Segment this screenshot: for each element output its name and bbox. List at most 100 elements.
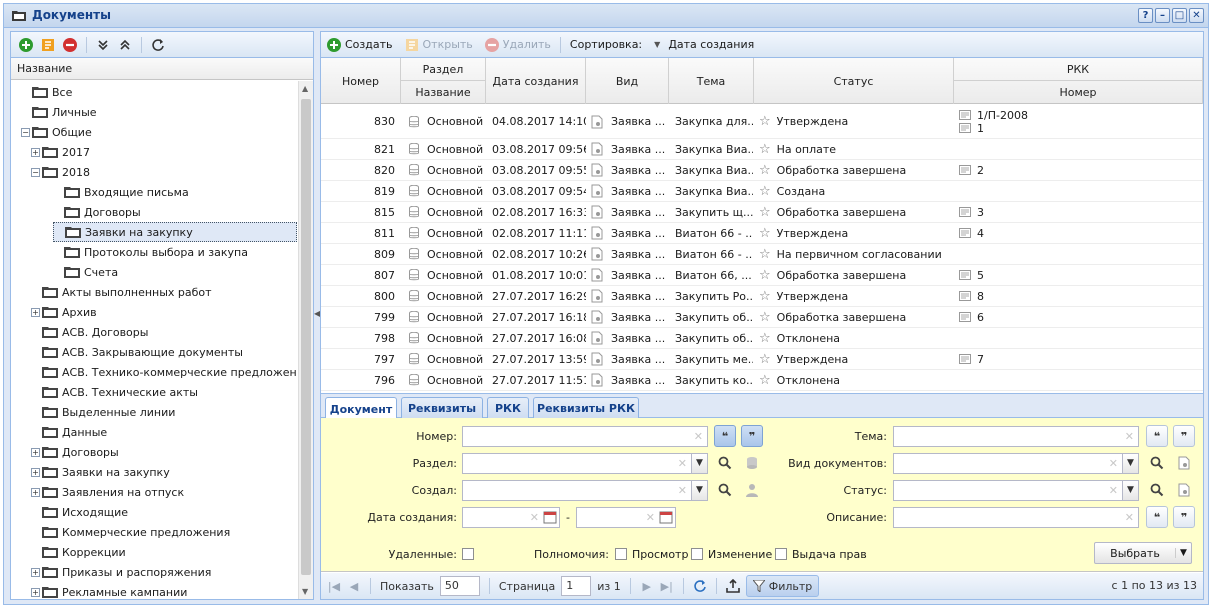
tree-node[interactable]: + Заявления на отпуск <box>31 482 184 502</box>
scroll-thumb[interactable] <box>301 99 311 575</box>
number-input[interactable]: ✕ <box>462 426 708 447</box>
refresh-icon[interactable] <box>149 36 167 54</box>
tree-node[interactable]: Коммерческие предложения <box>31 522 230 542</box>
search-icon[interactable] <box>714 479 736 501</box>
description-input[interactable]: ✕ <box>893 507 1139 528</box>
table-row[interactable]: 798 Основной 27.07.2017 16:08 Заявка ... Зак… <box>321 328 1203 349</box>
tree-node[interactable]: АСВ. Технико-коммерческие предложения <box>31 362 297 382</box>
prev-page-icon[interactable]: ◀ <box>347 580 361 593</box>
tree-node[interactable]: + Заявки на закупку <box>31 462 170 482</box>
tree-node[interactable]: + Договоры <box>31 442 119 462</box>
sort-dropdown[interactable]: ▼ Дата создания <box>654 38 754 51</box>
expand-icon[interactable]: + <box>31 307 40 317</box>
tree-node[interactable]: Данные <box>31 422 107 442</box>
page-size-input[interactable]: 50 <box>439 576 480 596</box>
calendar-icon[interactable] <box>543 510 557 524</box>
star-icon[interactable]: ☆ <box>759 163 771 178</box>
perm-view-checkbox[interactable] <box>615 548 627 560</box>
user-icon[interactable] <box>741 479 763 501</box>
tree-node[interactable]: АСВ. Технические акты <box>31 382 198 402</box>
expand-icon[interactable]: + <box>31 567 40 577</box>
tree-node[interactable]: АСВ. Закрывающие документы <box>31 342 243 362</box>
expand-icon[interactable]: + <box>31 487 40 497</box>
clear-icon[interactable]: ✕ <box>530 511 539 524</box>
table-row[interactable]: 800 Основной 27.07.2017 16:29 Заявка ... Зак… <box>321 286 1203 307</box>
tree-node[interactable]: Договоры <box>53 202 141 222</box>
quote-close-button[interactable]: ❞ <box>1173 506 1195 528</box>
search-icon[interactable] <box>714 452 736 474</box>
document-settings-icon[interactable] <box>1173 452 1195 474</box>
header-section-name[interactable]: Название <box>401 81 486 104</box>
date-from-input[interactable]: ✕ <box>462 507 560 528</box>
scroll-down-icon[interactable]: ▼ <box>302 587 308 596</box>
tree-node[interactable]: +2017 <box>31 142 90 162</box>
deleted-checkbox[interactable] <box>462 548 474 560</box>
collapse-icon[interactable]: − <box>31 167 40 177</box>
expand-icon[interactable]: + <box>31 147 40 157</box>
document-settings-icon[interactable] <box>1173 479 1195 501</box>
clear-icon[interactable]: ✕ <box>678 457 687 470</box>
section-dropdown[interactable]: ▼ <box>691 453 708 474</box>
delete-folder-icon[interactable] <box>61 36 79 54</box>
create-button[interactable]: Создать <box>327 37 393 52</box>
table-row[interactable]: 815 Основной 02.08.2017 16:33 Заявка ... Зак… <box>321 202 1203 223</box>
tree-node[interactable]: + Архив <box>31 302 97 322</box>
table-row[interactable]: 821 Основной 03.08.2017 09:56 Заявка ... Зак… <box>321 139 1203 160</box>
tree-scrollbar[interactable]: ▲ ▼ <box>298 81 313 599</box>
tree-node[interactable]: Выделенные линии <box>31 402 175 422</box>
star-icon[interactable]: ☆ <box>759 226 771 241</box>
table-row[interactable]: 796 Основной 27.07.2017 11:51 Заявка ... Зак… <box>321 370 1203 391</box>
star-icon[interactable]: ☆ <box>759 205 771 220</box>
date-to-input[interactable]: ✕ <box>576 507 676 528</box>
database-icon[interactable] <box>741 452 763 474</box>
tree-node[interactable]: АСВ. Договоры <box>31 322 148 342</box>
tab-rkk[interactable]: РКК <box>487 397 529 419</box>
quote-close-button[interactable]: ❞ <box>1173 425 1195 447</box>
doc-kind-input[interactable]: ✕ <box>893 453 1123 474</box>
expand-all-icon[interactable] <box>94 36 112 54</box>
clear-icon[interactable]: ✕ <box>1109 484 1118 497</box>
search-icon[interactable] <box>1146 452 1168 474</box>
header-rkk-number[interactable]: Номер <box>954 81 1203 104</box>
star-icon[interactable]: ☆ <box>759 268 771 283</box>
table-row[interactable]: 830 Основной 04.08.2017 14:10 Заявка ... Зак… <box>321 105 1203 139</box>
star-icon[interactable]: ☆ <box>759 373 771 388</box>
tab-rkk-requisites[interactable]: Реквизиты РКК <box>533 397 639 419</box>
tree-node[interactable]: Все <box>21 82 72 102</box>
maximize-button[interactable]: □ <box>1172 8 1187 23</box>
table-row[interactable]: 819 Основной 03.08.2017 09:54 Заявка ... Зак… <box>321 181 1203 202</box>
filter-button[interactable]: Фильтр <box>745 575 820 597</box>
clear-icon[interactable]: ✕ <box>1109 457 1118 470</box>
header-status[interactable]: Статус <box>754 58 954 104</box>
tab-document[interactable]: Документ <box>325 397 397 420</box>
quote-close-button[interactable]: ❞ <box>741 425 763 447</box>
table-row[interactable]: 809 Основной 02.08.2017 10:26 Заявка ... Виа… <box>321 244 1203 265</box>
tree-node[interactable]: Личные <box>21 102 97 122</box>
star-icon[interactable]: ☆ <box>759 142 771 157</box>
collapse-all-icon[interactable] <box>116 36 134 54</box>
header-number[interactable]: Номер <box>321 58 401 104</box>
table-row[interactable]: 797 Основной 27.07.2017 13:59 Заявка ... Зак… <box>321 349 1203 370</box>
clear-icon[interactable]: ✕ <box>1125 511 1134 524</box>
tree-node[interactable]: Счета <box>53 262 118 282</box>
star-icon[interactable]: ☆ <box>759 247 771 262</box>
table-row[interactable]: 807 Основной 01.08.2017 10:01 Заявка ... Виа… <box>321 265 1203 286</box>
created-by-input[interactable]: ✕ <box>462 480 692 501</box>
refresh-icon[interactable] <box>693 579 707 593</box>
collapse-icon[interactable]: − <box>21 127 30 137</box>
subject-input[interactable]: ✕ <box>893 426 1139 447</box>
first-page-icon[interactable]: |◀ <box>327 580 341 593</box>
tree-node[interactable]: Акты выполненных работ <box>31 282 212 302</box>
table-row[interactable]: 799 Основной 27.07.2017 16:18 Заявка ... Зак… <box>321 307 1203 328</box>
edit-folder-icon[interactable] <box>39 36 57 54</box>
header-date[interactable]: Дата создания <box>486 58 586 104</box>
next-page-icon[interactable]: ▶ <box>640 580 654 593</box>
clear-icon[interactable]: ✕ <box>694 430 703 443</box>
header-subject[interactable]: Тема <box>669 58 754 104</box>
scroll-up-icon[interactable]: ▲ <box>302 84 308 93</box>
tree-node[interactable]: + Приказы и распоряжения <box>31 562 211 582</box>
quote-open-button[interactable]: ❝ <box>714 425 736 447</box>
tree-node[interactable]: Входящие письма <box>53 182 189 202</box>
tree-node[interactable]: − Общие <box>21 122 92 142</box>
section-input[interactable]: ✕ <box>462 453 692 474</box>
